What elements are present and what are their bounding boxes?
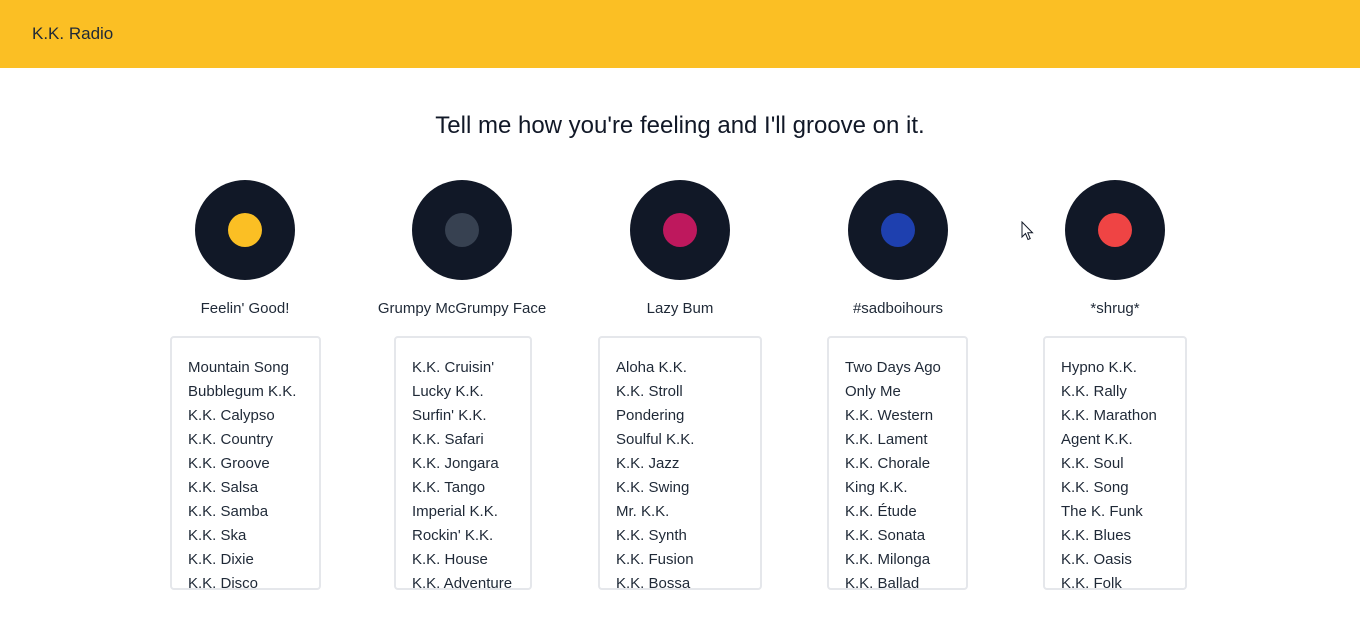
mood-card: Grumpy McGrumpy Face K.K. Cruisin' Lucky …	[337, 180, 587, 600]
mood-card: Feelin' Good! Mountain Song Bubblegum K.K…	[120, 180, 370, 600]
song-item[interactable]: Bubblegum K.K.	[188, 380, 303, 404]
record-center-label	[1098, 213, 1132, 247]
song-list[interactable]: Two Days Ago Only Me K.K. Western K.K. Lame…	[827, 336, 968, 590]
song-item[interactable]: Mountain Song	[188, 356, 303, 380]
song-item[interactable]: Aloha K.K.	[616, 356, 744, 380]
song-item[interactable]: K.K. Marathon	[1061, 404, 1169, 428]
song-item[interactable]: K.K. Cruisin'	[412, 356, 514, 380]
song-item[interactable]: Pondering	[616, 404, 744, 428]
song-item[interactable]: K.K. Milonga	[845, 548, 950, 572]
song-item[interactable]: Imperial K.K.	[412, 500, 514, 524]
mood-label: #sadboihours	[852, 300, 944, 317]
song-item[interactable]: K.K. Disco	[188, 572, 303, 588]
vinyl-record-icon[interactable]	[630, 180, 730, 280]
song-list[interactable]: K.K. Cruisin' Lucky K.K. Surfin' K.K. K.K. …	[394, 336, 532, 590]
page-headline: Tell me how you're feeling and I'll groo…	[435, 112, 925, 139]
song-item[interactable]: K.K. Soul	[1061, 452, 1169, 476]
song-item[interactable]: K.K. Ska	[188, 524, 303, 548]
song-item[interactable]: K.K. Adventure	[412, 572, 514, 588]
song-item[interactable]: K.K. Groove	[188, 452, 303, 476]
song-item[interactable]: K.K. Folk	[1061, 572, 1169, 588]
top-navbar: K.K. Radio	[0, 0, 1360, 68]
song-item[interactable]: Surfin' K.K.	[412, 404, 514, 428]
song-item[interactable]: Soulful K.K.	[616, 428, 744, 452]
mood-card: *shrug* Hypno K.K. K.K. Rally K.K. Maratho…	[990, 180, 1240, 600]
song-item[interactable]: K.K. Safari	[412, 428, 514, 452]
song-item[interactable]: K.K. Dixie	[188, 548, 303, 572]
song-item[interactable]: Agent K.K.	[1061, 428, 1169, 452]
mouse-pointer-icon	[1021, 221, 1034, 241]
song-item[interactable]: K.K. Tango	[412, 476, 514, 500]
song-list[interactable]: Mountain Song Bubblegum K.K. K.K. Calypso K…	[170, 336, 321, 590]
record-center-label	[228, 213, 262, 247]
record-center-label	[663, 213, 697, 247]
song-item[interactable]: K.K. Étude	[845, 500, 950, 524]
song-item[interactable]: K.K. Fusion	[616, 548, 744, 572]
song-item[interactable]: K.K. Swing	[616, 476, 744, 500]
vinyl-record-icon[interactable]	[1065, 180, 1165, 280]
song-item[interactable]: K.K. Synth	[616, 524, 744, 548]
vinyl-record-icon[interactable]	[848, 180, 948, 280]
vinyl-record-icon[interactable]	[412, 180, 512, 280]
song-item[interactable]: Mr. K.K.	[616, 500, 744, 524]
vinyl-record-icon[interactable]	[195, 180, 295, 280]
mood-label: Feelin' Good!	[200, 300, 290, 317]
app-title[interactable]: K.K. Radio	[32, 24, 113, 44]
song-item[interactable]: K.K. Ballad	[845, 572, 950, 588]
song-list[interactable]: Aloha K.K. K.K. Stroll Pondering Soulful K.…	[598, 336, 762, 590]
mood-label: Grumpy McGrumpy Face	[377, 300, 547, 317]
song-item[interactable]: K.K. Jazz	[616, 452, 744, 476]
song-item[interactable]: K.K. Bossa	[616, 572, 744, 588]
song-item[interactable]: K.K. Oasis	[1061, 548, 1169, 572]
song-item[interactable]: Only Me	[845, 380, 950, 404]
song-item[interactable]: King K.K.	[845, 476, 950, 500]
song-item[interactable]: K.K. Salsa	[188, 476, 303, 500]
mood-label: Lazy Bum	[646, 300, 714, 317]
song-item[interactable]: K.K. Country	[188, 428, 303, 452]
song-item[interactable]: K.K. Sonata	[845, 524, 950, 548]
mood-label: *shrug*	[1090, 300, 1140, 317]
song-item[interactable]: K.K. House	[412, 548, 514, 572]
record-center-label	[881, 213, 915, 247]
song-item[interactable]: K.K. Stroll	[616, 380, 744, 404]
song-item[interactable]: K.K. Blues	[1061, 524, 1169, 548]
song-item[interactable]: K.K. Rally	[1061, 380, 1169, 404]
song-item[interactable]: K.K. Chorale	[845, 452, 950, 476]
song-item[interactable]: The K. Funk	[1061, 500, 1169, 524]
song-item[interactable]: K.K. Jongara	[412, 452, 514, 476]
mood-card: Lazy Bum Aloha K.K. K.K. Stroll Pondering S…	[555, 180, 805, 600]
song-item[interactable]: Rockin' K.K.	[412, 524, 514, 548]
song-item[interactable]: Hypno K.K.	[1061, 356, 1169, 380]
song-item[interactable]: K.K. Samba	[188, 500, 303, 524]
song-item[interactable]: K.K. Western	[845, 404, 950, 428]
song-item[interactable]: K.K. Calypso	[188, 404, 303, 428]
song-item[interactable]: K.K. Lament	[845, 428, 950, 452]
record-center-label	[445, 213, 479, 247]
song-list[interactable]: Hypno K.K. K.K. Rally K.K. Marathon Agent K…	[1043, 336, 1187, 590]
song-item[interactable]: Lucky K.K.	[412, 380, 514, 404]
mood-card: #sadboihours Two Days Ago Only Me K.K. Wes…	[773, 180, 1023, 600]
song-item[interactable]: K.K. Song	[1061, 476, 1169, 500]
song-item[interactable]: Two Days Ago	[845, 356, 950, 380]
